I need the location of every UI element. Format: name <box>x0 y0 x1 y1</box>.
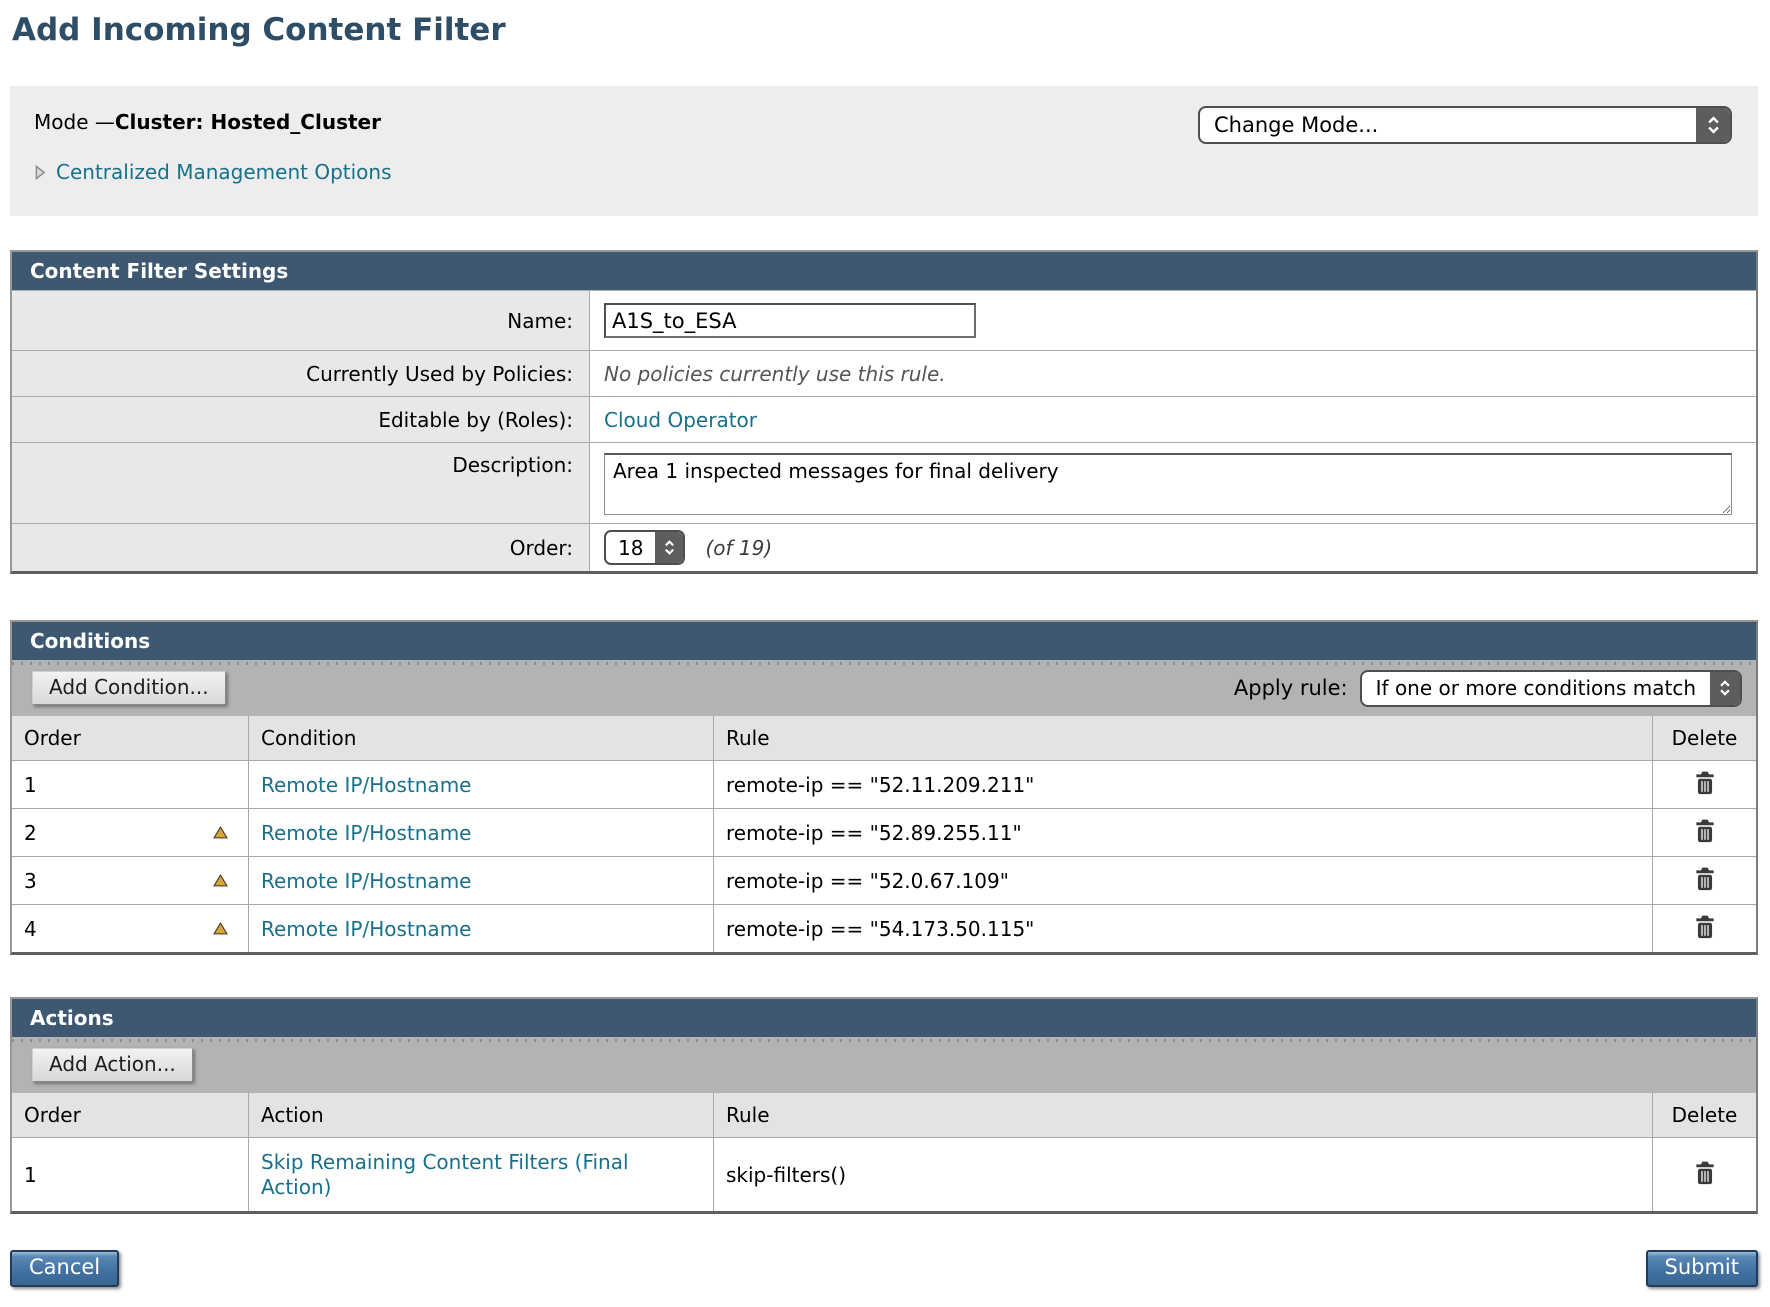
delete-row-button[interactable] <box>1694 915 1716 942</box>
description-label: Description: <box>12 443 590 523</box>
condition-rule: remote-ip == "54.173.50.115" <box>726 917 1034 941</box>
order-column-header: Order <box>12 1093 248 1137</box>
condition-order: 2 <box>24 821 37 845</box>
delete-row-button[interactable] <box>1694 867 1716 894</box>
order-row: Order: 18 (of 19) <box>12 523 1756 571</box>
disclosure-triangle-icon[interactable] <box>34 165 46 180</box>
change-mode-select[interactable]: Change Mode... <box>1198 106 1732 144</box>
change-mode-selected-option: Change Mode... <box>1200 113 1392 137</box>
actions-table-header: Order Action Rule Delete <box>12 1093 1756 1137</box>
trash-icon <box>1694 771 1716 798</box>
trash-icon <box>1694 867 1716 894</box>
mode-value: Cluster: Hosted_Cluster <box>115 110 381 134</box>
condition-order: 3 <box>24 869 37 893</box>
description-textarea[interactable] <box>604 453 1732 515</box>
cancel-button[interactable]: Cancel <box>10 1250 119 1287</box>
actions-panel: Actions Add Action... Order Action Rule … <box>10 997 1758 1214</box>
apply-rule-selected-option: If one or more conditions match <box>1362 676 1710 700</box>
condition-row: 3 Remote IP/Hostname remote-ip == "52.0.… <box>12 856 1756 904</box>
delete-row-button[interactable] <box>1694 771 1716 798</box>
condition-row: 2 Remote IP/Hostname remote-ip == "52.89… <box>12 808 1756 856</box>
condition-order: 1 <box>24 773 37 797</box>
rule-column-header: Rule <box>713 716 1652 760</box>
description-row: Description: <box>12 442 1756 523</box>
delete-row-button[interactable] <box>1694 819 1716 846</box>
action-link[interactable]: Skip Remaining Content Filters (Final Ac… <box>261 1150 701 1200</box>
trash-icon <box>1694 1161 1716 1188</box>
conditions-panel: Conditions Add Condition... Apply rule: … <box>10 620 1758 955</box>
currently-used-value: No policies currently use this rule. <box>604 362 946 386</box>
editable-by-roles-row: Editable by (Roles): Cloud Operator <box>12 396 1756 442</box>
select-stepper-icon <box>1696 108 1730 142</box>
add-condition-button[interactable]: Add Condition... <box>32 671 226 705</box>
mode-box: Mode —Cluster: Hosted_Cluster Change Mod… <box>10 86 1758 216</box>
move-up-icon[interactable] <box>213 874 228 887</box>
trash-icon <box>1694 915 1716 942</box>
delete-row-button[interactable] <box>1694 1161 1716 1188</box>
move-up-icon[interactable] <box>213 922 228 935</box>
content-filter-settings-panel: Content Filter Settings Name: Currently … <box>10 250 1758 574</box>
currently-used-row: Currently Used by Policies: No policies … <box>12 350 1756 396</box>
condition-link[interactable]: Remote IP/Hostname <box>261 821 471 845</box>
page-title: Add Incoming Content Filter <box>10 8 1760 48</box>
submit-button[interactable]: Submit <box>1646 1250 1759 1287</box>
conditions-panel-header: Conditions <box>12 622 1756 660</box>
name-row: Name: <box>12 290 1756 350</box>
condition-column-header: Condition <box>248 716 713 760</box>
condition-rule: remote-ip == "52.11.209.211" <box>726 773 1034 797</box>
centralized-management-options-row: Centralized Management Options <box>34 160 1734 184</box>
trash-icon <box>1694 819 1716 846</box>
apply-rule-label: Apply rule: <box>1234 676 1348 700</box>
order-selected-option: 18 <box>606 536 655 560</box>
condition-link[interactable]: Remote IP/Hostname <box>261 773 471 797</box>
mode-separator: — <box>95 110 115 134</box>
action-order: 1 <box>24 1163 37 1187</box>
select-stepper-icon <box>1710 672 1740 705</box>
conditions-table-header: Order Condition Rule Delete <box>12 716 1756 760</box>
action-row: 1 Skip Remaining Content Filters (Final … <box>12 1137 1756 1211</box>
condition-row: 1 Remote IP/Hostname remote-ip == "52.11… <box>12 760 1756 808</box>
condition-link[interactable]: Remote IP/Hostname <box>261 917 471 941</box>
add-action-button[interactable]: Add Action... <box>32 1048 193 1082</box>
conditions-toolbar: Add Condition... Apply rule: If one or m… <box>12 660 1756 716</box>
move-up-icon[interactable] <box>213 826 228 839</box>
order-total-note: (of 19) <box>705 536 772 560</box>
centralized-management-options-link[interactable]: Centralized Management Options <box>56 160 392 184</box>
footer-actions: Cancel Submit <box>10 1250 1758 1287</box>
apply-rule-select[interactable]: If one or more conditions match <box>1360 670 1742 707</box>
condition-row: 4 Remote IP/Hostname remote-ip == "54.17… <box>12 904 1756 952</box>
order-select[interactable]: 18 <box>604 530 685 565</box>
action-rule: skip-filters() <box>726 1163 846 1187</box>
settings-panel-header: Content Filter Settings <box>12 252 1756 290</box>
actions-panel-header: Actions <box>12 999 1756 1037</box>
condition-link[interactable]: Remote IP/Hostname <box>261 869 471 893</box>
mode-label: Mode <box>34 110 89 134</box>
select-stepper-icon <box>655 532 683 563</box>
condition-rule: remote-ip == "52.0.67.109" <box>726 869 1009 893</box>
delete-column-header: Delete <box>1652 1093 1756 1137</box>
order-column-header: Order <box>12 716 248 760</box>
condition-order: 4 <box>24 917 37 941</box>
action-column-header: Action <box>248 1093 713 1137</box>
cloud-operator-link[interactable]: Cloud Operator <box>604 408 757 432</box>
order-label: Order: <box>12 524 590 571</box>
name-input[interactable] <box>604 303 976 338</box>
editable-by-roles-label: Editable by (Roles): <box>12 397 590 442</box>
rule-column-header: Rule <box>713 1093 1652 1137</box>
delete-column-header: Delete <box>1652 716 1756 760</box>
condition-rule: remote-ip == "52.89.255.11" <box>726 821 1022 845</box>
name-label: Name: <box>12 291 590 350</box>
actions-toolbar: Add Action... <box>12 1037 1756 1093</box>
add-incoming-content-filter-page: Add Incoming Content Filter Mode —Cluste… <box>0 0 1770 1307</box>
currently-used-label: Currently Used by Policies: <box>12 351 590 396</box>
